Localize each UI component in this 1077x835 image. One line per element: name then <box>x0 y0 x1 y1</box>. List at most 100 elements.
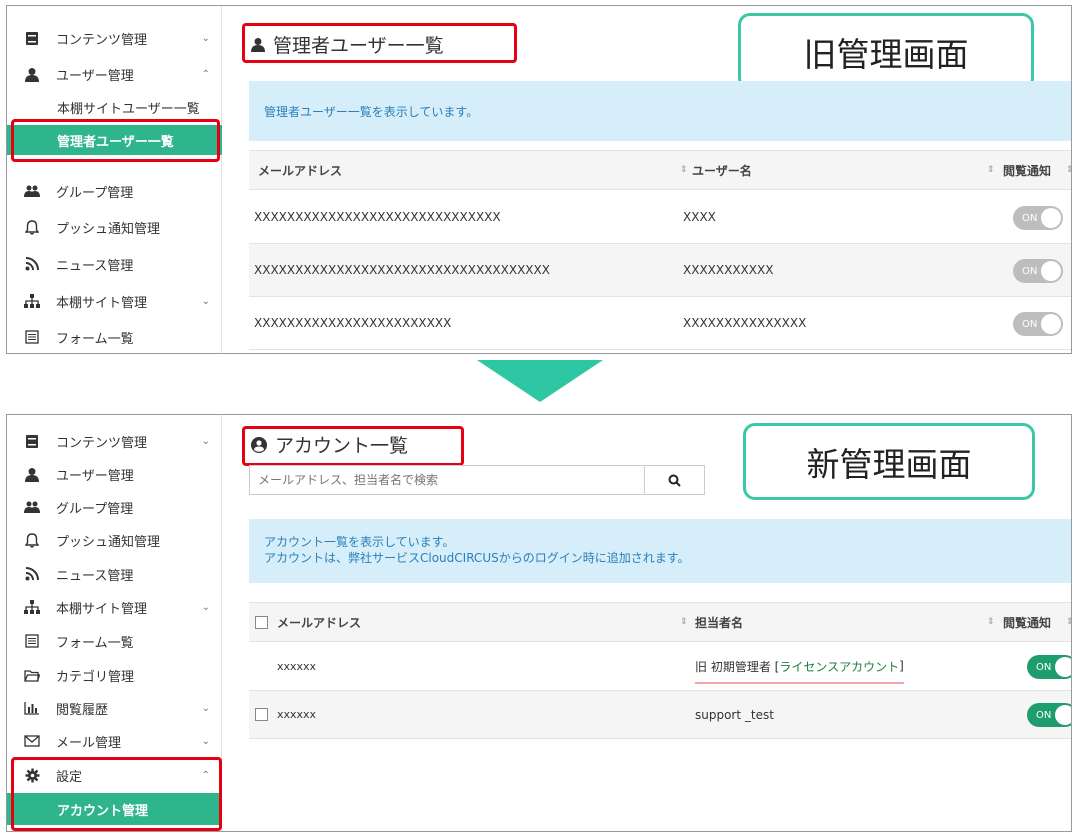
notification-toggle[interactable]: ON <box>1013 312 1063 336</box>
mail-icon <box>24 733 40 749</box>
sidebar-item-forms[interactable]: フォーム一覧 <box>7 626 222 656</box>
sidebar-item-users[interactable]: ユーザー管理 ⌃ <box>7 59 222 89</box>
license-account-link[interactable]: ライセンスアカウント <box>779 658 899 675</box>
sidebar-item-history[interactable]: 閲覧履歴 ⌄ <box>7 693 222 723</box>
sidebar-item-bookshelf[interactable]: 本棚サイト管理 ⌄ <box>7 286 222 316</box>
sort-icon[interactable]: ⇕ <box>680 617 688 627</box>
column-header-notification[interactable]: 閲覧通知 <box>1003 151 1051 189</box>
sidebar-item-push[interactable]: プッシュ通知管理 <box>7 212 222 242</box>
sidebar-item-bookshelf[interactable]: 本棚サイト管理 ⌄ <box>7 592 222 622</box>
sidebar-subitem-account-management[interactable]: アカウント管理 <box>7 793 222 825</box>
column-header-person[interactable]: 担当者名 <box>695 603 743 641</box>
cell-username: XXXXXXXXXXX <box>683 263 774 277</box>
sidebar-item-settings[interactable]: 設定 ⌃ <box>7 760 222 790</box>
sidebar-item-label: フォーム一覧 <box>56 331 134 347</box>
search-icon <box>668 474 681 487</box>
sidebar-item-label: ユーザー管理 <box>56 468 134 484</box>
select-all-checkbox[interactable] <box>255 616 268 629</box>
rss-icon <box>24 256 40 272</box>
sort-icon[interactable]: ⇕ <box>680 165 688 175</box>
page-title: アカウント一覧 <box>251 431 408 458</box>
notification-toggle[interactable]: ON <box>1013 206 1063 230</box>
column-header-username[interactable]: ユーザー名 <box>692 151 752 189</box>
cell-email: xxxxxx <box>277 660 317 673</box>
new-admin-screen: コンテンツ管理 ⌄ ユーザー管理 グループ管理 プッシュ通知管理 ニュース管理 … <box>6 414 1072 832</box>
book-icon <box>24 30 40 46</box>
sidebar-item-contents[interactable]: コンテンツ管理 ⌄ <box>7 23 222 53</box>
sort-icon[interactable]: ⇕ <box>987 617 995 627</box>
sitemap-icon <box>24 293 40 309</box>
table-row: XXXXXXXXXXXXXXXXXXXXXXXXXXXXXX XXXX ON <box>249 191 1071 244</box>
sidebar-item-label: 本棚サイト管理 <box>56 295 148 311</box>
column-header-email[interactable]: メールアドレス <box>277 603 361 641</box>
sidebar-item-label: メール管理 <box>56 735 122 751</box>
main-content: アカウント一覧 新管理画面 アカウント一覧を表示しています。 アカウントは、弊社… <box>223 415 1071 831</box>
toggle-label: ON <box>1022 212 1038 224</box>
column-header-email[interactable]: メールアドレス <box>258 151 342 189</box>
toggle-label: ON <box>1036 709 1052 721</box>
toggle-label: ON <box>1022 318 1038 330</box>
chevron-down-icon: ⌄ <box>201 702 210 714</box>
sidebar-subitem-admin-users[interactable]: 管理者ユーザー一覧 <box>7 125 222 155</box>
notification-toggle[interactable]: ON <box>1027 703 1071 727</box>
search-button[interactable] <box>644 466 704 494</box>
sidebar-item-label: 本棚サイト管理 <box>56 601 148 617</box>
form-icon <box>24 633 40 649</box>
cell-username: XXXXXXXXXXXXXXX <box>683 316 807 330</box>
sidebar-item-mail[interactable]: メール管理 ⌄ <box>7 726 222 756</box>
sidebar-item-label: カテゴリ管理 <box>56 669 135 685</box>
sidebar-item-label: 閲覧履歴 <box>56 702 109 718</box>
sidebar-item-users[interactable]: ユーザー管理 <box>7 459 222 489</box>
table-header: メールアドレス ⇕ ユーザー名 ⇕ 閲覧通知 ⇕ <box>249 150 1071 190</box>
chevron-up-icon: ⌃ <box>201 769 210 781</box>
column-header-notification[interactable]: 閲覧通知 <box>1003 603 1051 641</box>
sidebar-item-groups[interactable]: グループ管理 <box>7 176 222 206</box>
page-title-text: 管理者ユーザー一覧 <box>273 35 444 57</box>
sidebar-item-label: コンテンツ管理 <box>56 435 148 451</box>
cell-email: XXXXXXXXXXXXXXXXXXXXXXXXXXXXXX <box>254 210 501 224</box>
toggle-knob <box>1041 314 1061 334</box>
toggle-knob <box>1041 208 1061 228</box>
users-icon <box>24 183 40 199</box>
chevron-up-icon: ⌃ <box>201 68 210 80</box>
sidebar-item-categories[interactable]: カテゴリ管理 <box>7 660 222 690</box>
sidebar-item-label: グループ管理 <box>56 501 134 517</box>
table-row: xxxxxx support _test ON <box>249 691 1071 739</box>
form-icon <box>24 329 40 345</box>
old-admin-screen: コンテンツ管理 ⌄ ユーザー管理 ⌃ 本棚サイトユーザー一覧 管理者ユーザー一覧… <box>6 5 1072 354</box>
cell-person: support _test <box>695 707 774 722</box>
sidebar-item-forms[interactable]: フォーム一覧 <box>7 322 222 352</box>
notification-toggle[interactable]: ON <box>1027 655 1071 679</box>
user-circle-icon <box>251 436 267 453</box>
sidebar-item-news[interactable]: ニュース管理 <box>7 249 222 279</box>
notification-toggle[interactable]: ON <box>1013 259 1063 283</box>
users-icon <box>24 499 40 515</box>
toggle-label: ON <box>1022 265 1038 277</box>
sidebar-item-news[interactable]: ニュース管理 <box>7 559 222 589</box>
sidebar-subitem-site-users[interactable]: 本棚サイトユーザー一覧 <box>7 92 222 122</box>
chevron-down-icon: ⌄ <box>201 32 210 44</box>
sort-icon[interactable]: ⇕ <box>987 165 995 175</box>
search-input[interactable] <box>250 466 644 494</box>
sidebar-item-label: コンテンツ管理 <box>56 32 148 48</box>
sidebar-item-label: プッシュ通知管理 <box>56 534 161 550</box>
toggle-knob <box>1055 657 1071 677</box>
cell-username: XXXX <box>683 210 716 224</box>
sort-icon[interactable]: ⇕ <box>1066 165 1071 175</box>
gear-icon <box>24 767 40 783</box>
sidebar-item-groups[interactable]: グループ管理 <box>7 492 222 522</box>
subitem-label: アカウント管理 <box>57 803 149 819</box>
sidebar-item-label: フォーム一覧 <box>56 635 134 651</box>
sort-icon[interactable]: ⇕ <box>1066 617 1071 627</box>
sitemap-icon <box>24 599 40 615</box>
down-arrow-icon <box>477 360 603 402</box>
toggle-knob <box>1055 705 1071 725</box>
table-row: XXXXXXXXXXXXXXXXXXXXXXXXXXXXXXXXXXXX XXX… <box>249 244 1071 297</box>
table-row: xxxxxx 旧 初期管理者 [ライセンスアカウント] ON <box>249 643 1071 691</box>
subitem-label: 管理者ユーザー一覧 <box>57 134 174 150</box>
page-title: 管理者ユーザー一覧 <box>251 31 444 58</box>
row-checkbox[interactable] <box>255 708 268 721</box>
sidebar-item-push[interactable]: プッシュ通知管理 <box>7 525 222 555</box>
bell-icon <box>24 219 40 235</box>
sidebar-item-contents[interactable]: コンテンツ管理 ⌄ <box>7 426 222 456</box>
